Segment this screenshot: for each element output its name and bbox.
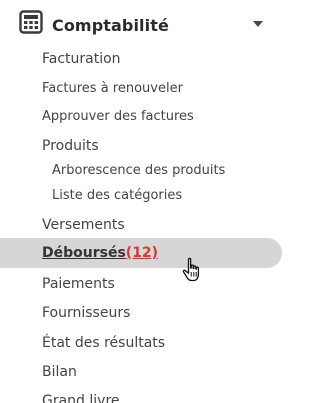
menu-item-arborescence-des-produits[interactable]: Arborescence des produits	[52, 163, 225, 178]
menu-item-debourses-label: Déboursés	[42, 245, 126, 261]
menu-item-grand-livre[interactable]: Grand livre	[42, 393, 120, 403]
accounting-menu-header[interactable]: Comptabilité	[0, 8, 283, 44]
menu-item-liste-des-categories[interactable]: Liste des catégories	[52, 188, 182, 203]
debourses-count-badge: (12)	[125, 245, 159, 261]
menu-item-facturation[interactable]: Facturation	[42, 51, 121, 67]
menu-item-produits[interactable]: Produits	[42, 138, 99, 154]
menu-item-debourses[interactable]: Déboursés(12)	[42, 245, 158, 261]
chevron-down-icon[interactable]	[253, 21, 263, 27]
menu-item-versements[interactable]: Versements	[42, 217, 125, 233]
hand-pointer-icon	[181, 257, 203, 283]
menu-item-fournisseurs[interactable]: Fournisseurs	[42, 305, 130, 321]
accounting-menu: Comptabilité Facturation Factures à reno…	[0, 0, 283, 403]
menu-item-approuver-des-factures[interactable]: Approuver des factures	[42, 109, 194, 124]
menu-item-paiements[interactable]: Paiements	[42, 276, 115, 292]
menu-item-etat-des-resultats[interactable]: État des résultats	[42, 335, 165, 351]
accounting-menu-title: Comptabilité	[52, 16, 169, 35]
calculator-icon	[19, 10, 43, 34]
menu-item-factures-a-renouveler[interactable]: Factures à renouveler	[42, 81, 183, 96]
menu-item-bilan[interactable]: Bilan	[42, 364, 77, 380]
